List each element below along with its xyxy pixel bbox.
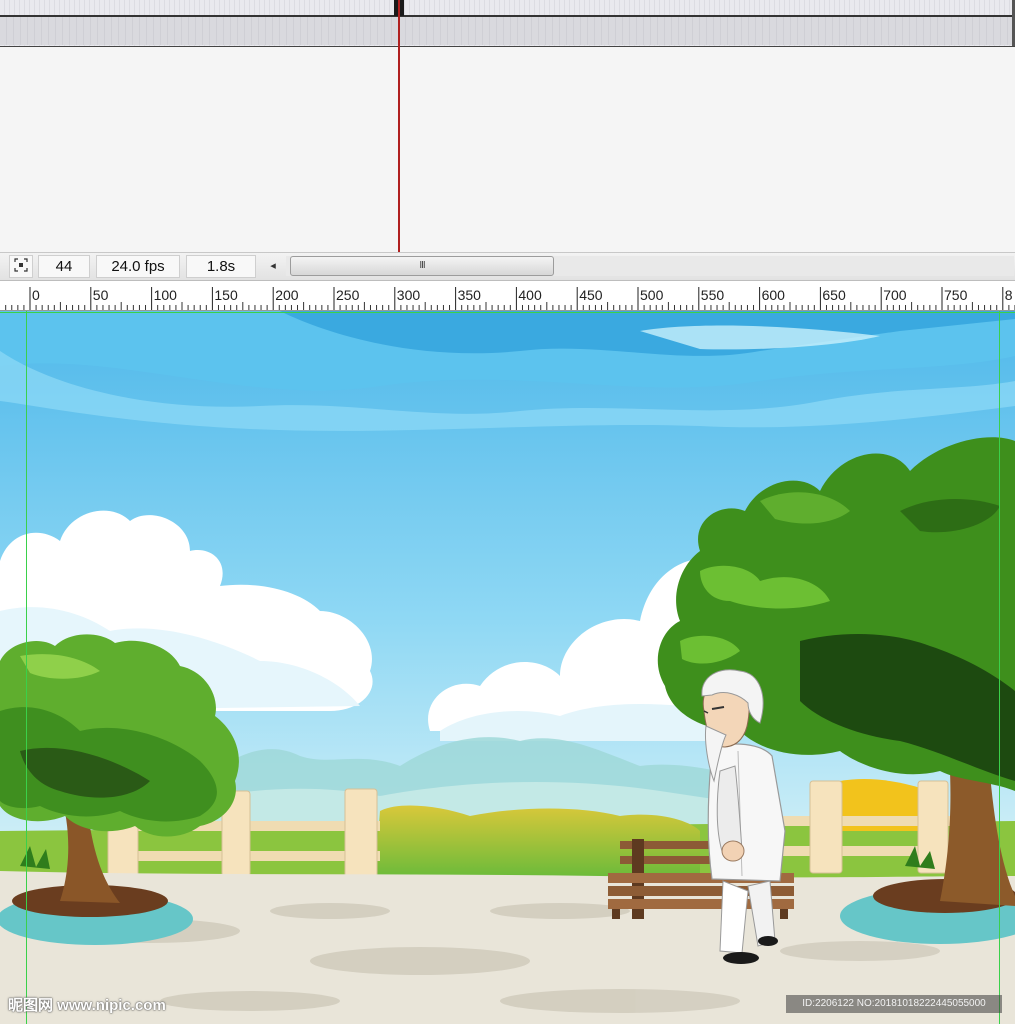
- park-scene-artwork: [0, 311, 1015, 1024]
- ruler-tick-label: 200: [275, 287, 299, 303]
- elapsed-time-field: 1.8s: [186, 255, 256, 278]
- ruler-scale: 0 50 100 150 200 250 300 350 400 450 500 550 600 650 7…: [5, 287, 1015, 310]
- ruler-tick-label: 600: [762, 287, 786, 303]
- ruler-tick-label: 150: [214, 287, 238, 303]
- scroll-left-arrow-icon[interactable]: ◂: [266, 257, 280, 275]
- ruler-tick-label: 500: [640, 287, 664, 303]
- timeline-panel: [0, 0, 1015, 252]
- stage-guide-right[interactable]: [999, 311, 1000, 1024]
- frame-cells[interactable]: [0, 17, 1015, 45]
- ruler-tick-label: 50: [93, 287, 109, 303]
- scrollbar-thumb[interactable]: III: [290, 256, 554, 276]
- center-frame-icon: [14, 258, 28, 272]
- timeline-scrollbar[interactable]: III: [286, 256, 1014, 276]
- horizontal-ruler[interactable]: 0 50 100 150 200 250 300 350 400 450 500 550 600 650 7…: [0, 281, 1015, 311]
- frame-rate-field[interactable]: 24.0 fps: [96, 255, 180, 278]
- ruler-tick-label: 450: [579, 287, 603, 303]
- ruler-tick-label: 350: [458, 287, 482, 303]
- ruler-tick-label: 700: [883, 287, 907, 303]
- watermark-site: 昵图网 www.nipic.com: [8, 997, 166, 1014]
- center-frame-button[interactable]: [9, 255, 33, 278]
- ruler-tick-label: 550: [701, 287, 725, 303]
- ruler-tick-label: 0: [32, 287, 40, 303]
- ruler-tick-label: 250: [336, 287, 360, 303]
- current-frame-field[interactable]: 44: [38, 255, 90, 278]
- watermark-id: ID:2206122 NO:20181018222445055000: [786, 995, 1002, 1013]
- timeline-status-bar: 44 24.0 fps 1.8s ◂ III: [0, 252, 1015, 281]
- ruler-tick-label: 300: [397, 287, 421, 303]
- stage-canvas[interactable]: [0, 311, 1015, 1024]
- timeline-frames-row[interactable]: [0, 0, 1015, 47]
- ruler-tick-label: 750: [944, 287, 968, 303]
- ruler-tick-label: 400: [518, 287, 542, 303]
- playhead-line[interactable]: [398, 0, 400, 252]
- stage-guide-top: [0, 312, 1015, 313]
- ruler-tick-label: 650: [822, 287, 846, 303]
- ruler-tick-label: 100: [154, 287, 178, 303]
- ruler-tick-label: 8: [1005, 287, 1013, 303]
- stage-guide-left[interactable]: [26, 311, 27, 1024]
